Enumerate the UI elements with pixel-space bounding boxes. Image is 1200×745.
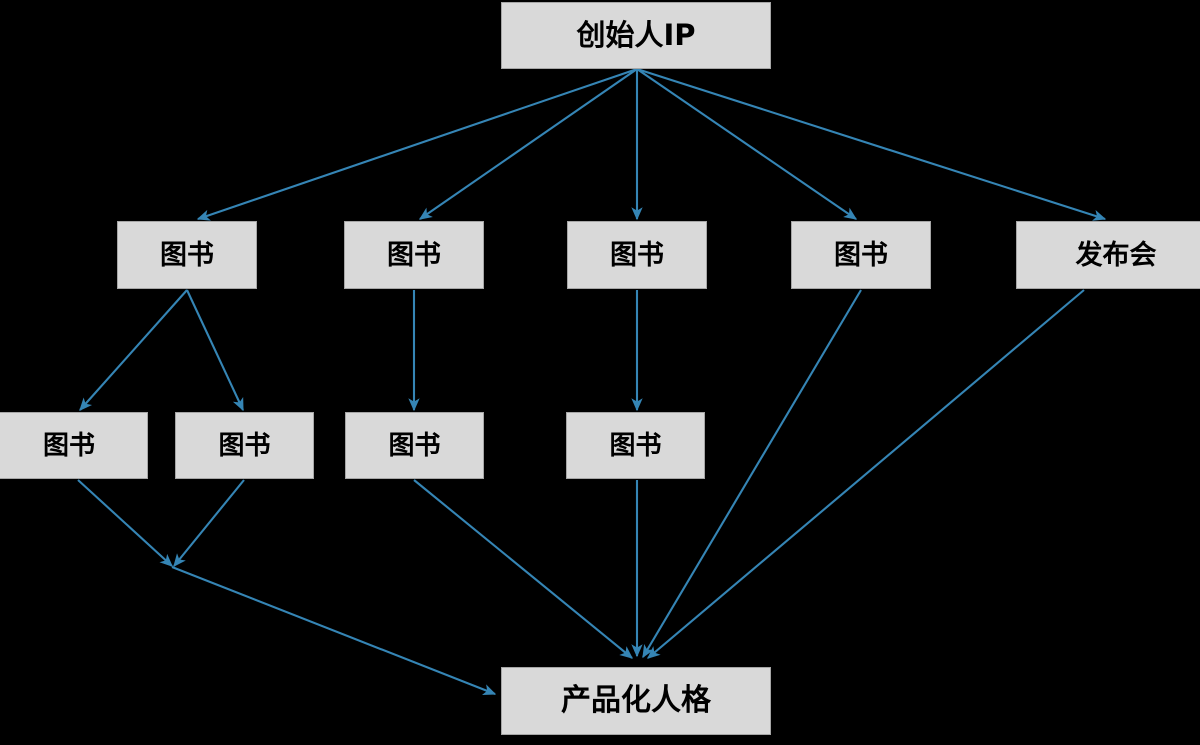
edge-launch_event-to-product_persona	[647, 289, 1085, 659]
node-book-r3-4[interactable]: 图书	[566, 412, 705, 479]
node-book-r2-4[interactable]: 图书	[791, 221, 931, 289]
diagram-canvas: 创始人IP 图书 图书 图书 图书 发布会 图书 图书 图书 图书 产品化人格	[0, 0, 1200, 745]
node-label: 发布会	[1075, 239, 1157, 271]
node-label: 图书	[610, 239, 664, 271]
edge-founder_ip-to-book_r2_4	[636, 68, 858, 220]
node-founder-ip[interactable]: 创始人IP	[501, 2, 771, 69]
node-label: 图书	[834, 239, 888, 271]
node-book-r3-1[interactable]: 图书	[0, 412, 148, 479]
edge-book_r2_1-to-book_r3_2	[186, 289, 244, 412]
node-label: 图书	[42, 430, 95, 461]
edge-book_r3_3-to-product_persona	[413, 479, 633, 659]
edge-layer	[77, 68, 1107, 695]
node-label: 产品化人格	[561, 683, 711, 718]
node-label: 图书	[609, 430, 662, 461]
node-label: 创始人IP	[576, 18, 696, 52]
edge-book_r2_1-to-book_r3_1	[79, 289, 188, 411]
edge-book_r3_1-to-junction_left	[77, 479, 173, 567]
node-label: 图书	[388, 430, 441, 461]
node-label: 图书	[160, 239, 214, 271]
node-book-r2-1[interactable]: 图书	[117, 221, 257, 289]
node-product-persona[interactable]: 产品化人格	[501, 667, 771, 735]
node-label: 图书	[387, 239, 441, 271]
edge-junction_left-to-product_persona	[171, 566, 497, 695]
node-book-r3-2[interactable]: 图书	[175, 412, 314, 479]
edge-founder_ip-to-book_r2_2	[418, 68, 638, 220]
node-launch-event[interactable]: 发布会	[1016, 221, 1200, 289]
node-label: 图书	[218, 430, 271, 461]
edge-book_r3_2-to-junction_left	[173, 479, 245, 567]
node-book-r2-3[interactable]: 图书	[567, 221, 707, 289]
node-book-r3-3[interactable]: 图书	[345, 412, 484, 479]
node-book-r2-2[interactable]: 图书	[344, 221, 484, 289]
edge-founder_ip-to-book_r2_1	[196, 68, 638, 221]
edge-founder_ip-to-launch_event	[636, 68, 1107, 221]
